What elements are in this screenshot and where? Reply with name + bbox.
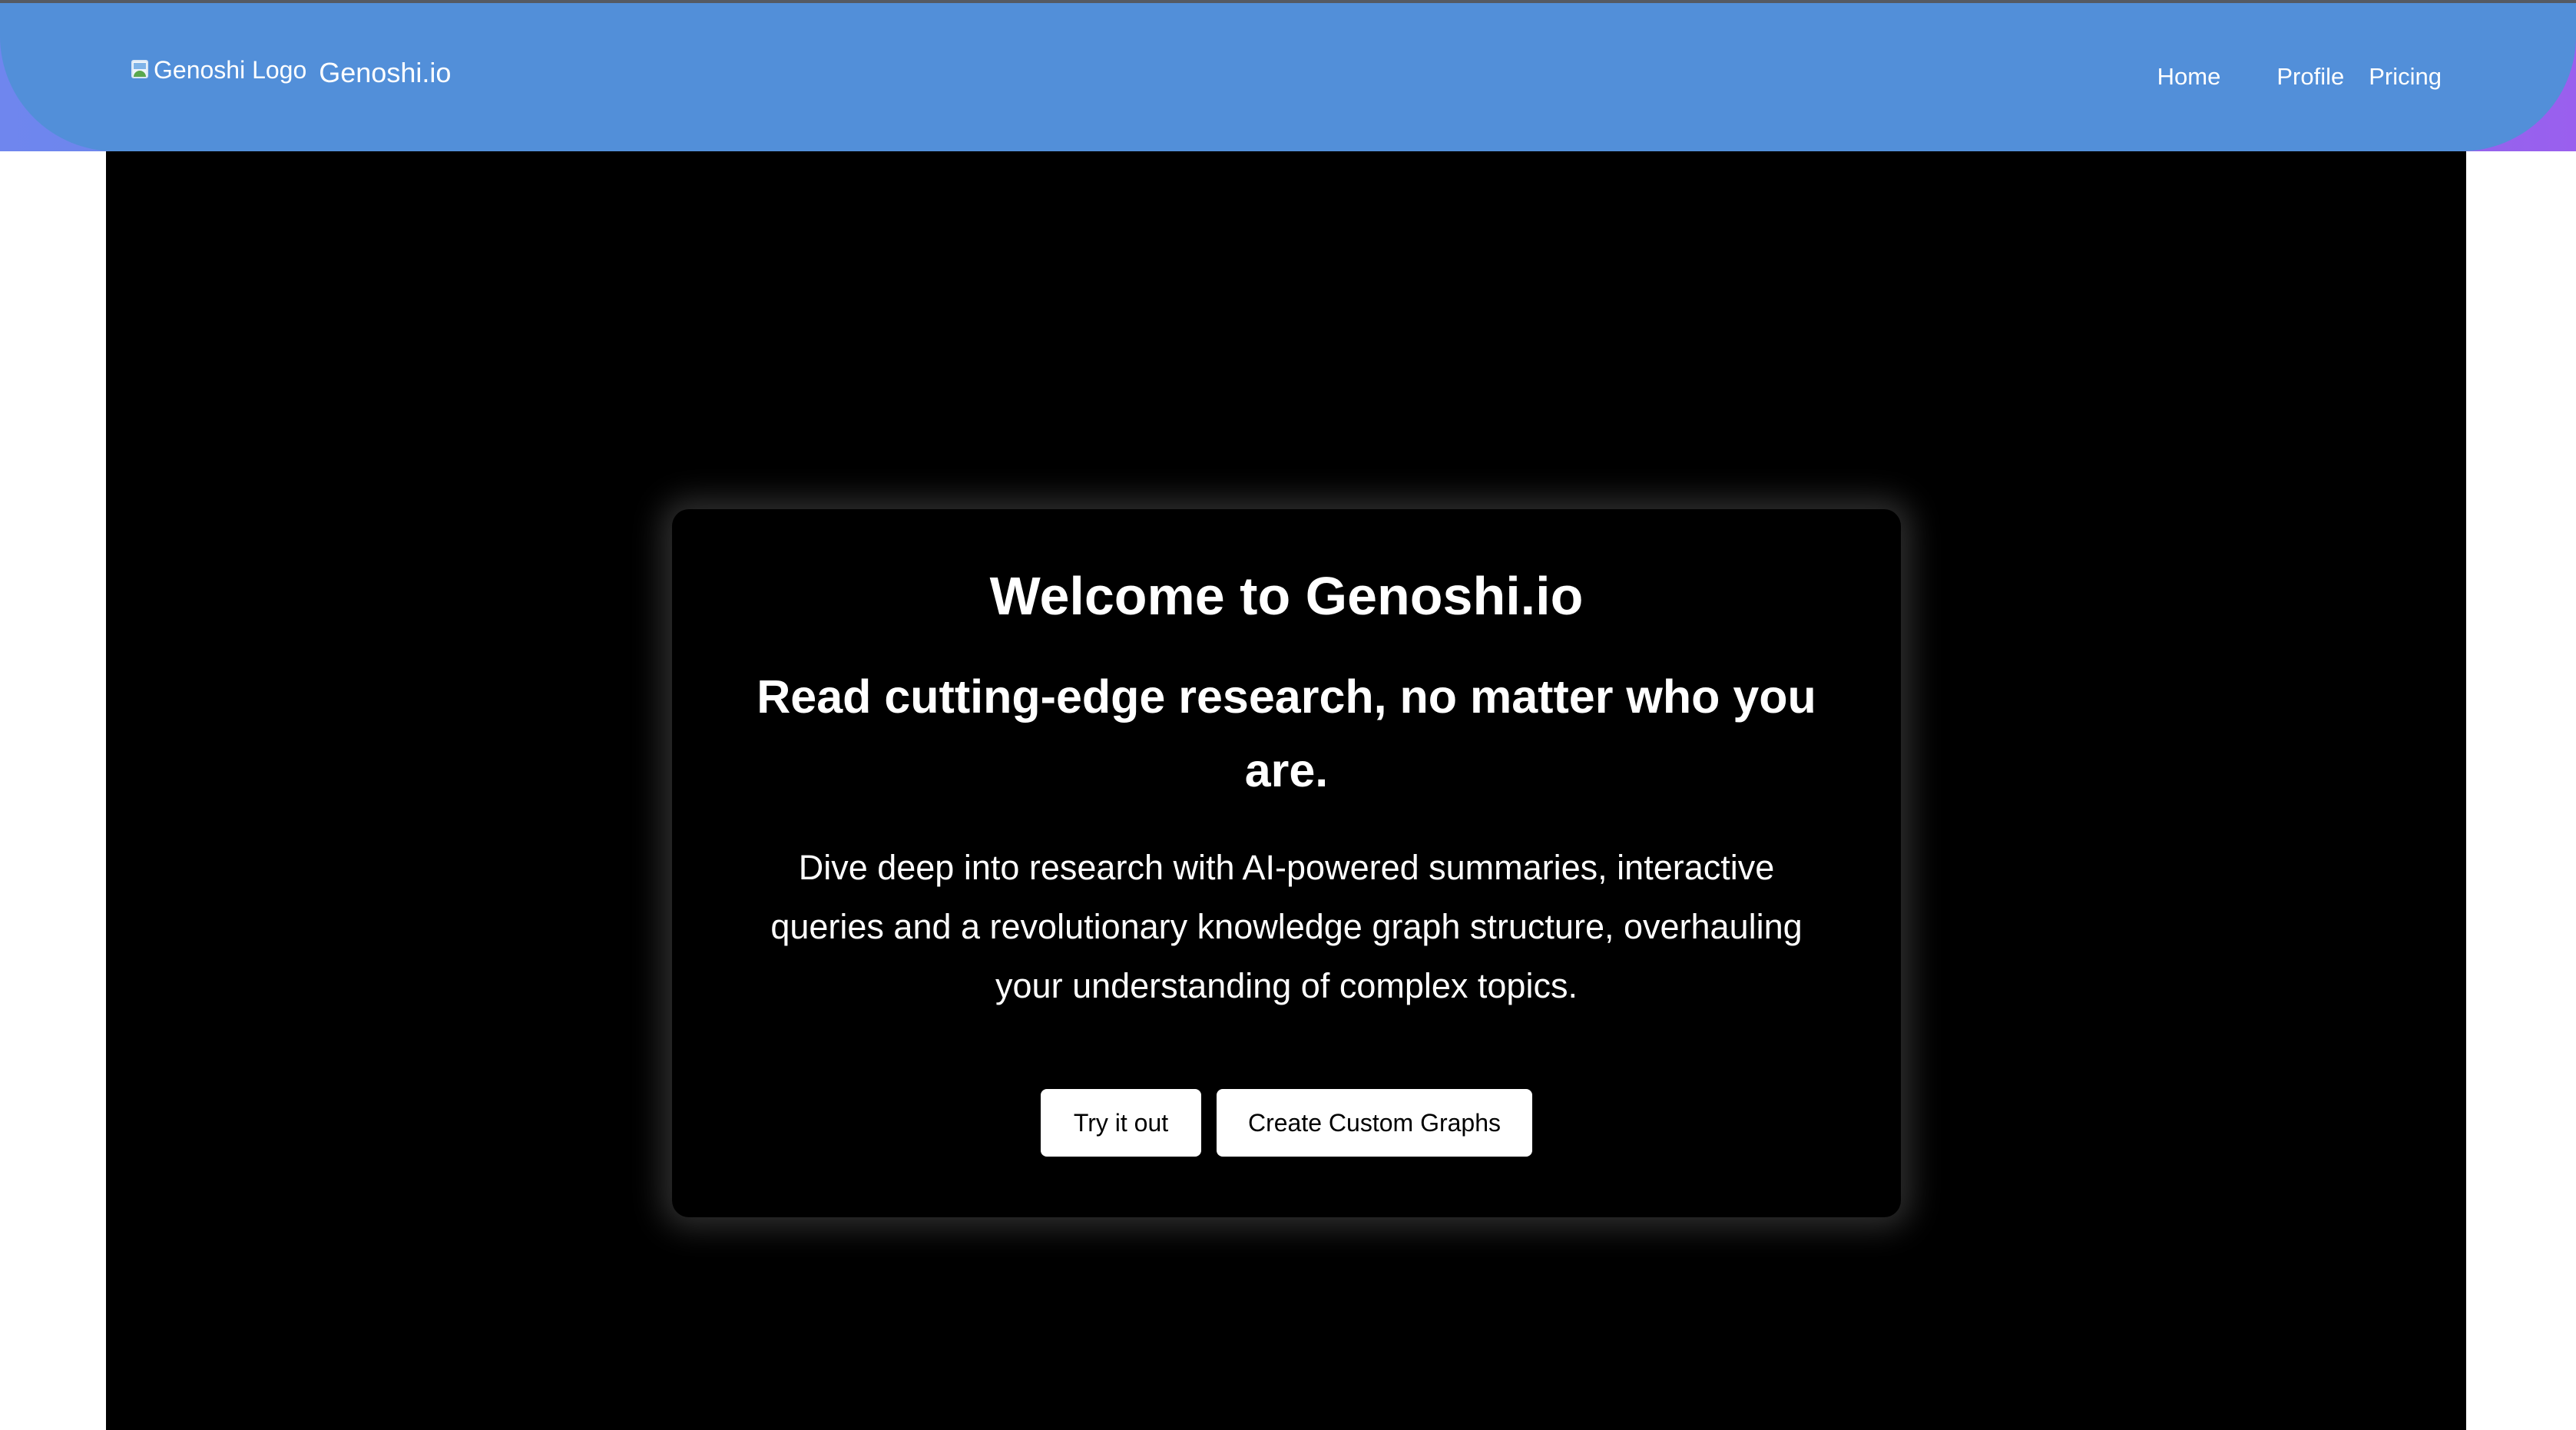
- hero-subtitle: Read cutting-edge research, no matter wh…: [757, 670, 1816, 796]
- logo-alt-text: Genoshi Logo: [154, 55, 307, 84]
- try-it-out-button[interactable]: Try it out: [1041, 1089, 1201, 1157]
- broken-image-icon: [131, 59, 151, 81]
- hero-card: Welcome to Genoshi.io Read cutting-edge …: [672, 509, 1901, 1217]
- nav-link-home[interactable]: Home: [2157, 63, 2221, 91]
- brand[interactable]: Genoshi Logo Genoshi.io: [131, 51, 451, 89]
- page: Genoshi Logo Genoshi.io Home Profile Pri…: [0, 0, 2576, 1430]
- logo[interactable]: Genoshi Logo: [131, 56, 306, 84]
- main-nav: Home Profile Pricing: [2157, 63, 2442, 91]
- hero-title: Welcome to Genoshi.io: [989, 566, 1584, 626]
- site-header: Genoshi Logo Genoshi.io Home Profile Pri…: [0, 0, 2576, 151]
- hero-description: Dive deep into research with AI-powered …: [770, 848, 1803, 1005]
- hero-actions: Try it out Create Custom Graphs: [672, 1089, 1901, 1157]
- nav-link-profile[interactable]: Profile: [2276, 63, 2344, 91]
- create-custom-graphs-button[interactable]: Create Custom Graphs: [1217, 1089, 1532, 1157]
- top-border: [0, 0, 2576, 3]
- nav-link-pricing[interactable]: Pricing: [2369, 63, 2442, 91]
- brand-name[interactable]: Genoshi.io: [319, 57, 451, 89]
